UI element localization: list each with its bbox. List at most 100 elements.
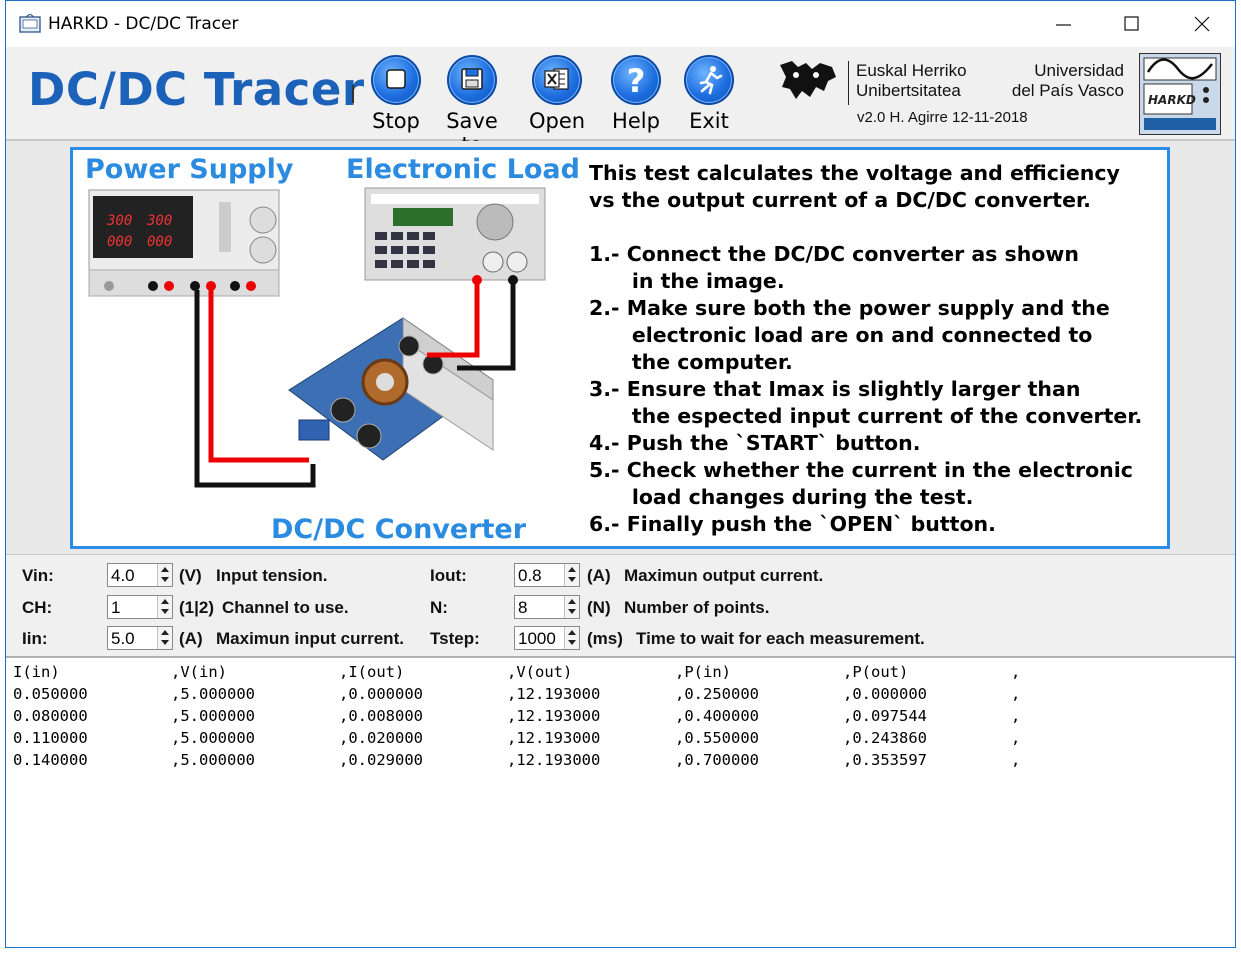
results-cell: ,12.193000 [507,707,601,725]
exit-button[interactable]: Exit [674,51,744,133]
results-cell: ,0.000000 [339,685,423,703]
results-cell: ,0.097544 [843,707,927,725]
maximize-icon [1124,16,1139,31]
iin-spinner-arrows[interactable] [157,627,172,649]
iout-unit: (A) [587,566,611,585]
results-cell: ,V(out) [507,663,573,681]
vin-spinner[interactable]: 4.0 [107,563,173,587]
title-bar: HARKD - DC/DC Tracer [6,1,1235,47]
instruction-line: 6.- Finally push the `OPEN` button. [589,512,996,536]
exit-icon [684,55,734,105]
app-window: HARKD - DC/DC Tracer DC/DC Tracer Stop S… [5,0,1236,948]
tstep-description: Time to wait for each measurement. [636,629,925,648]
university-spanish-line-1: Universidad [1034,61,1124,80]
exit-label: Exit [689,109,729,133]
open-label: Open [528,109,586,133]
instruction-line: 1.- Connect the DC/DC converter as shown [589,242,1079,266]
iin-spinner[interactable]: 5.0 [107,626,173,650]
save-to-button[interactable]: Save to [437,51,507,157]
toolbar-separator [352,85,354,103]
parameters-panel: Vin: 4.0 (V) Input tension. CH: 1 (1|2) … [6,554,1235,655]
results-cell: , [1011,751,1021,769]
results-cell: ,P(out) [843,663,909,681]
minimize-button[interactable] [1029,1,1099,47]
results-cell: ,0.029000 [339,751,423,769]
figure-area: Power Supply Electronic Load DC/DC Conve… [6,141,1235,554]
maximize-button[interactable] [1097,1,1167,47]
tstep-value: 1000 [518,629,556,648]
results-cell: ,0.008000 [339,707,423,725]
results-cell: ,12.193000 [507,751,601,769]
vin-description: Input tension. [216,566,328,585]
vin-unit: (V) [179,566,202,585]
tstep-spinner-arrows[interactable] [564,627,579,649]
university-name-spanish: Universidad del País Vasco [996,61,1124,101]
ch-spinner-arrows[interactable] [157,596,172,618]
tstep-spinner[interactable]: 1000 [514,626,580,650]
university-basque-line-2: Unibertsitatea [856,81,961,100]
help-label: Help [612,109,660,133]
toolbar: DC/DC Tracer Stop Save to [6,47,1235,157]
dcdc-converter-image [288,317,494,461]
instruction-line: vs the output current of a DC/DC convert… [589,188,1091,212]
university-spanish-line-2: del País Vasco [1011,81,1124,100]
iout-spinner[interactable]: 0.8 [514,563,580,587]
university-basque-line-1: Euskal Herriko [856,61,967,80]
university-divider [848,61,849,105]
help-button[interactable]: ? Help [601,51,671,133]
instruction-line: load changes during the test. [589,485,974,509]
instruction-line: electronic load are on and connected to [589,323,1093,347]
instruction-line: 4.- Push the `START` button. [589,431,921,455]
instruction-line: 5.- Check whether the current in the ele… [589,458,1133,482]
n-spinner-arrows[interactable] [564,596,579,618]
results-cell: ,0.700000 [675,751,759,769]
instruction-line: the computer. [589,350,793,374]
results-cell: , [1011,663,1021,681]
n-unit: (N) [587,598,611,617]
harkd-logo: HARKD [1139,53,1221,135]
open-button[interactable]: Open [522,51,592,133]
results-cell: ,5.000000 [171,707,255,725]
harkd-label: HARKD [1148,93,1196,107]
n-spinner[interactable]: 8 [514,595,580,619]
vin-spinner-arrows[interactable] [157,564,172,586]
app-icon [19,14,41,33]
iin-description: Maximun input current. [216,629,404,648]
results-cell: ,5.000000 [171,751,255,769]
instruction-line: the espected input current of the conver… [589,404,1143,428]
window-title: HARKD - DC/DC Tracer [48,14,239,34]
results-cell: ,5.000000 [171,685,255,703]
iout-spinner-arrows[interactable] [564,564,579,586]
results-cell: 0.140000 [13,751,88,769]
psu-display-1: 300 [107,213,133,229]
results-cell: , [1011,729,1021,747]
electronic-load-image [364,187,546,285]
ch-spinner[interactable]: 1 [107,595,173,619]
close-button[interactable] [1167,1,1235,47]
save-icon [447,55,497,105]
n-description: Number of points. [624,598,770,617]
close-icon [1194,16,1210,32]
results-cell: 0.110000 [13,729,88,747]
psu-display-3: 000 [107,234,133,250]
results-cell: ,12.193000 [507,729,601,747]
iout-description: Maximun output current. [624,566,824,585]
results-cell: ,0.243860 [843,729,927,747]
results-cell: ,I(out) [339,663,405,681]
ch-description: Channel to use. [222,598,349,617]
results-cell: I(in) [13,663,60,681]
wiring-diagram [88,187,546,488]
instruction-line: 2.- Make sure both the power supply and … [589,296,1110,320]
tstep-unit: (ms) [587,629,623,648]
results-textarea[interactable]: I(in) ,V(in) ,I(out) ,V(out) ,P(in) ,P(o… [6,656,1235,947]
results-cell: ,0.353597 [843,751,927,769]
stop-button[interactable]: Stop [361,51,431,133]
tstep-label: Tstep: [430,629,480,648]
results-cell: , [1011,685,1021,703]
results-cell: 0.050000 [13,685,88,703]
results-cell: 0.080000 [13,707,88,725]
iin-unit: (A) [179,629,203,648]
university-logo [780,61,836,99]
instruction-line: in the image. [589,269,785,293]
ch-value: 1 [111,598,121,617]
